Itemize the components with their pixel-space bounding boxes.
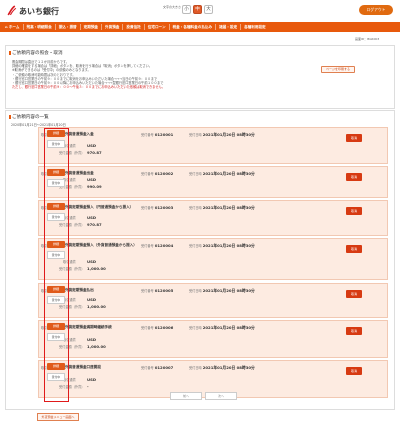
- transaction-type: 外貨定期預金満期時継続手続: [65, 325, 112, 329]
- home-icon: ⌂: [5, 25, 8, 29]
- table-row: 取引内容外貨普通預金入金受付番号 0120001受付日時 2021年01月20日…: [38, 127, 388, 164]
- cancel-button[interactable]: 取消: [346, 327, 362, 335]
- currency: USD: [87, 215, 96, 220]
- receipt-date: 2021年01月20日 08時30分: [202, 171, 255, 176]
- global-nav: ⌂ ホーム 残高・明細照会 振込・振替 定期預金 外貨預金 投資信託 住宅ローン…: [0, 22, 400, 32]
- amount: 970.87: [87, 150, 102, 155]
- screen-id: 画面ID：BGR003: [355, 37, 380, 41]
- font-size-label: 文字の大きさ: [163, 5, 182, 9]
- nav-investment-trust[interactable]: 投資信託: [123, 24, 145, 30]
- receipt-date-label: 受付日時: [189, 244, 202, 248]
- receipt-no-label: 受付番号: [141, 172, 154, 176]
- receipt-no: 0120004: [154, 243, 174, 248]
- table-row: 取引内容外貨定期預金払出受付番号 0120005受付日時 2021年01月20日…: [38, 283, 388, 318]
- list-title: ご依頼内容の一覧: [9, 115, 49, 120]
- receipt-date-label: 受付日時: [189, 326, 202, 330]
- receipt-no: 0120006: [154, 325, 174, 330]
- currency: USD: [87, 377, 96, 382]
- table-row: 取引内容外貨定期預金預入（円普通預金から振入）受付番号 0120003受付日時 …: [38, 200, 388, 236]
- receipt-no: 0120007: [154, 365, 174, 370]
- receipt-no: 0120002: [154, 171, 174, 176]
- transaction-type: 外貨定期預金払出: [65, 288, 94, 292]
- inquiry-panel: ご依頼内容の照会・取消 照会期間は直近で１２か月前からです。 詳細の確認をする場…: [5, 45, 395, 109]
- receipt-no-label: 受付番号: [141, 133, 154, 137]
- amount: -: [87, 384, 89, 389]
- transaction-type: 外貨定期預金預入（外貨普通預金から振入）: [65, 243, 137, 247]
- cancel-button[interactable]: 取消: [346, 367, 362, 375]
- receipt-no: 0120003: [154, 205, 174, 210]
- bank-name: あいち銀行: [19, 7, 59, 16]
- amount: 1,000.00: [87, 266, 106, 271]
- receipt-date: 2021年01月20日 08時30分: [202, 365, 255, 370]
- receipt-date: 2021年01月20日 08時30分: [202, 288, 255, 293]
- table-row: 取引内容外貨定期預金満期時継続手続受付番号 0120006受付日時 2021年0…: [38, 320, 388, 358]
- amount: 1,000.00: [87, 304, 106, 309]
- nav-tax-payment[interactable]: 税金・各種料金の払込み: [170, 24, 217, 30]
- nav-housing-loan[interactable]: 住宅ローン: [145, 24, 170, 30]
- receipt-no: 0120005: [154, 288, 174, 293]
- receipt-date-label: 受付日時: [189, 206, 202, 210]
- currency: USD: [87, 259, 96, 264]
- currency: USD: [87, 297, 96, 302]
- transaction-type: 外貨普通預金出金: [65, 171, 94, 175]
- receipt-no-label: 受付番号: [141, 244, 154, 248]
- nav-balance[interactable]: 残高・明細照会: [24, 24, 56, 30]
- header: あいち銀行 文字の大きさ 小 中 大 ログアウト: [0, 0, 400, 22]
- info-text: 照会期間は直近で１２か月前からです。 詳細の確認をする場合は「詳細」ボタンを、取…: [12, 60, 165, 90]
- prev-page-button[interactable]: 前へ: [170, 392, 202, 400]
- nav-time-deposit[interactable]: 定期預金: [81, 24, 103, 30]
- receipt-no-label: 受付番号: [141, 206, 154, 210]
- nav-home[interactable]: ⌂ ホーム: [0, 24, 24, 30]
- cancel-button[interactable]: 取消: [346, 207, 362, 215]
- receipt-date: 2021年01月20日 08時30分: [202, 325, 255, 330]
- amount: 1,000.00: [87, 344, 106, 349]
- nav-notifications[interactable]: 諸届・設定: [216, 24, 242, 30]
- receipt-date-label: 受付日時: [189, 133, 202, 137]
- font-size-large-button[interactable]: 大: [204, 5, 213, 14]
- cancel-button[interactable]: 取消: [346, 173, 362, 181]
- receipt-no-label: 受付番号: [141, 326, 154, 330]
- receipt-no-label: 受付番号: [141, 366, 154, 370]
- cancel-button[interactable]: 取消: [346, 134, 362, 142]
- receipt-no: 0120001: [154, 132, 174, 137]
- back-to-menu-button[interactable]: 外貨預金メニュー画面へ: [37, 413, 79, 421]
- transaction-type: 外貨普通預金入金: [65, 132, 94, 136]
- currency: USD: [87, 337, 96, 342]
- receipt-no-label: 受付番号: [141, 289, 154, 293]
- bank-logo-icon: [7, 5, 17, 16]
- receipt-date-label: 受付日時: [189, 366, 202, 370]
- transaction-type: 外貨定期預金預入（円普通預金から振入）: [65, 205, 134, 209]
- table-row: 取引内容外貨普通預金出金受付番号 0120002受付日時 2021年01月20日…: [38, 166, 388, 198]
- currency: USD: [87, 143, 96, 148]
- receipt-date: 2021年01月20日 08時30分: [202, 132, 255, 137]
- next-page-button[interactable]: 次へ: [205, 392, 237, 400]
- cancel-button[interactable]: 取消: [346, 245, 362, 253]
- table-row: 取引内容外貨定期預金預入（外貨普通預金から振入）受付番号 0120004受付日時…: [38, 238, 388, 280]
- transaction-type: 外貨普通預金口座開設: [65, 365, 101, 369]
- font-size-small-button[interactable]: 小: [182, 5, 191, 14]
- nav-transfer[interactable]: 振込・振替: [56, 24, 81, 30]
- receipt-date-label: 受付日時: [189, 172, 202, 176]
- print-page-button[interactable]: ページを印刷する: [321, 66, 355, 73]
- currency: USD: [87, 177, 96, 182]
- font-size-medium-button[interactable]: 中: [193, 5, 202, 14]
- receipt-date: 2021年01月20日 08時30分: [202, 205, 255, 210]
- receipt-date: 2021年01月20日 08時30分: [202, 243, 255, 248]
- amount: 970.87: [87, 222, 102, 227]
- nav-foreign-deposit[interactable]: 外貨預金: [102, 24, 124, 30]
- amount: 990.09: [87, 184, 102, 189]
- highlight-outline: [44, 128, 69, 402]
- page-title: ご依頼内容の照会・取消: [9, 51, 63, 56]
- receipt-date-label: 受付日時: [189, 289, 202, 293]
- logout-button[interactable]: ログアウト: [359, 5, 393, 15]
- nav-settings[interactable]: 各種利用設定: [241, 24, 269, 30]
- cancel-button[interactable]: 取消: [346, 290, 362, 298]
